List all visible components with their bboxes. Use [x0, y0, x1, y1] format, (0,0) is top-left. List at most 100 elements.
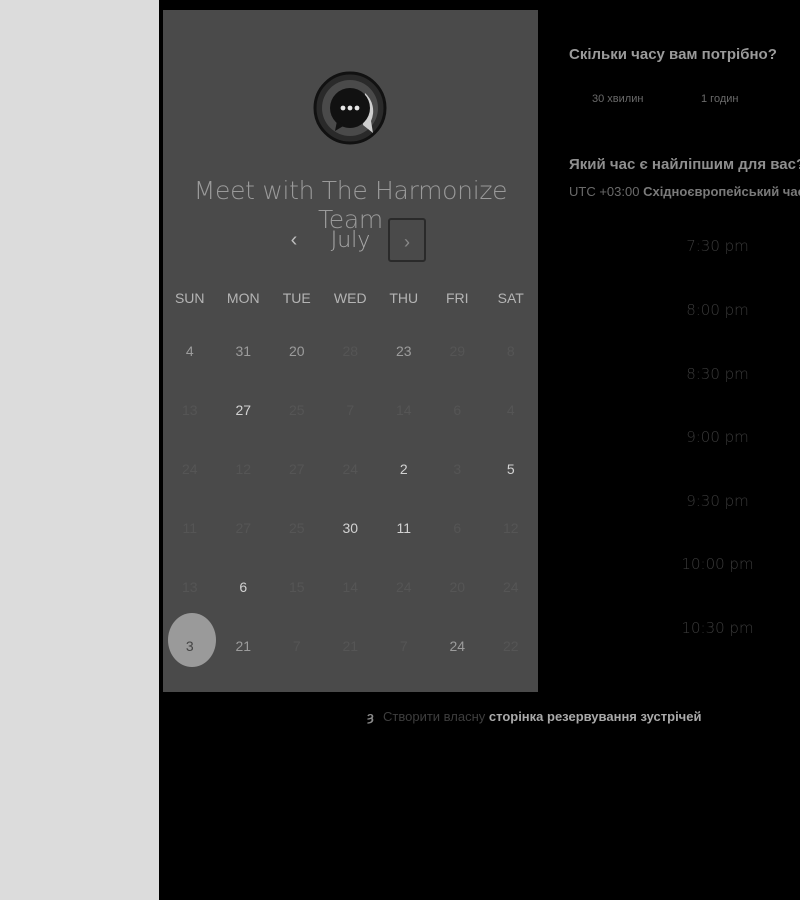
calendar-day-number: 3: [453, 460, 462, 477]
time-slot[interactable]: 8:00 pm: [660, 301, 775, 319]
calendar-day-number: 20: [288, 342, 305, 359]
time-heading: Який час є найліпшим для вас?: [569, 156, 800, 173]
calendar-day: 21: [324, 638, 378, 654]
calendar-day[interactable]: 23: [377, 343, 431, 359]
duration-heading: Скільки часу вам потрібно?: [569, 46, 777, 63]
calendar-day[interactable]: 4: [163, 343, 217, 359]
calendar-day: 24: [324, 461, 378, 477]
calendar-week-row: 4 31 20 28 23 29 8: [163, 321, 538, 380]
left-blank-panel: [0, 0, 159, 900]
calendar-day-number: 24: [502, 578, 519, 595]
calendar-day-number: 13: [181, 401, 198, 418]
calendar-day-number: 25: [288, 401, 305, 418]
calendar-day[interactable]: 5: [484, 461, 538, 477]
calendar-day-number: 4: [506, 401, 515, 418]
duration-option-1hour[interactable]: 1 годин: [701, 93, 738, 105]
month-navigation: ‹ July ›: [163, 216, 538, 266]
calendar-day[interactable]: 20: [270, 343, 324, 359]
calendar-day[interactable]: 21: [217, 638, 271, 654]
calendar-day: 25: [270, 402, 324, 418]
month-label: July: [330, 228, 371, 253]
calendar-day: 11: [163, 520, 217, 536]
calendar-day-number: 7: [346, 401, 355, 418]
calendar-day-number: 7: [399, 637, 408, 654]
calendar-day-number: 11: [396, 519, 412, 536]
calendar-day: 12: [484, 520, 538, 536]
calendar-day-number: 21: [235, 637, 252, 654]
calendar-day-number: 24: [449, 637, 466, 654]
calendar-day: 13: [163, 579, 217, 595]
time-slot[interactable]: 10:00 pm: [660, 555, 775, 573]
calendar-day: 28: [324, 343, 378, 359]
calendar-day: 12: [217, 461, 271, 477]
weekday-label: TUE: [282, 290, 311, 306]
calendar-day: 27: [217, 520, 271, 536]
calendar-day-number: 3: [185, 637, 194, 654]
time-slot[interactable]: 9:00 pm: [660, 428, 775, 446]
create-own-booking-footer[interactable]: ȝ Створити власну сторінка резервування з…: [367, 709, 701, 724]
calendar-day-number: 27: [235, 401, 252, 418]
calendar-day-number: 5: [506, 460, 515, 477]
weekday-label: FRI: [445, 290, 469, 306]
calendar-day: 6: [431, 402, 485, 418]
time-slot[interactable]: 9:30 pm: [660, 492, 775, 510]
calendar-week-row: 13 6 15 14 24 20 24: [163, 557, 538, 616]
calendar-day[interactable]: 6: [217, 579, 271, 595]
calendar-day-number: 6: [453, 401, 462, 418]
calendar-day-number: 25: [288, 519, 305, 536]
calendar-week-row: 13 27 25 7 14 6 4: [163, 380, 538, 439]
weekday-label: SUN: [174, 290, 205, 306]
calendar-day: 7: [324, 402, 378, 418]
prev-month-button[interactable]: ‹: [280, 226, 308, 254]
calendar-week-row: 11 27 25 30 11 6 12: [163, 498, 538, 557]
calendar-card: Meet with The Harmonize Team ‹ July › SU…: [163, 10, 538, 692]
calendar-day-number: 21: [342, 637, 359, 654]
calendar-day: 24: [377, 579, 431, 595]
timezone-offset: UTC +03:00: [569, 184, 640, 199]
calendar-day-number: 14: [342, 578, 359, 595]
calendar-day[interactable]: 31: [217, 343, 271, 359]
calendar-day-selected[interactable]: 3: [163, 612, 217, 667]
time-slot[interactable]: 7:30 pm: [660, 237, 775, 255]
calendar-day: 24: [163, 461, 217, 477]
calendar-day-number: 12: [502, 519, 519, 536]
next-month-button[interactable]: ›: [388, 218, 426, 262]
calendar-day-number: 14: [395, 401, 412, 418]
calendar-day: 27: [270, 461, 324, 477]
calendar-day[interactable]: 11: [377, 520, 431, 536]
duration-option-30min[interactable]: 30 хвилин: [592, 93, 643, 105]
calendar-day: 29: [431, 343, 485, 359]
calendar-day: 4: [484, 402, 538, 418]
calendar-day: 6: [431, 520, 485, 536]
calendar-day: 13: [163, 402, 217, 418]
calendar-day-number: 31: [235, 342, 252, 359]
footer-link[interactable]: сторінка резервування зустрічей: [489, 709, 702, 724]
calendar-day: 14: [324, 579, 378, 595]
calendar-day: 7: [270, 638, 324, 654]
timezone-selector[interactable]: UTC +03:00 Східноєвропейський час: [569, 184, 800, 199]
time-slot[interactable]: 8:30 pm: [660, 365, 775, 383]
calendar-day[interactable]: 24: [431, 638, 485, 654]
calendar-day-number: 30: [342, 519, 359, 536]
weekday-label: SAT: [497, 290, 524, 306]
calendar-day: 24: [484, 579, 538, 595]
calendar-day-number: 11: [182, 519, 198, 536]
calendar-day[interactable]: 30: [324, 520, 378, 536]
calendar-day: 22: [484, 638, 538, 654]
weekday-label: MON: [226, 290, 260, 306]
calendar-week-row: 24 12 27 24 2 3 5: [163, 439, 538, 498]
calendar-day-number: 2: [399, 460, 408, 477]
weekday-header: SUN MON TUE WED THU FRI SAT: [163, 290, 538, 312]
time-slot[interactable]: 10:30 pm: [660, 619, 775, 637]
calendar-day: 20: [431, 579, 485, 595]
calendar-day-number: 27: [235, 519, 252, 536]
calendar-day: 7: [377, 638, 431, 654]
calendar-weeks: 4 31 20 28 23 29 8 13 27 25 7 14 6 4 24 12 27 24 2 3 5 11 27 25…: [163, 321, 538, 675]
footer-prefix: Створити власну: [383, 709, 486, 724]
calendar-day-number: 13: [181, 578, 198, 595]
calendar-day-number: 29: [449, 342, 466, 359]
calendar-day[interactable]: 2: [377, 461, 431, 477]
calendar-day[interactable]: 27: [217, 402, 271, 418]
calendar-day: 3: [431, 461, 485, 477]
calendar-day: 8: [484, 343, 538, 359]
